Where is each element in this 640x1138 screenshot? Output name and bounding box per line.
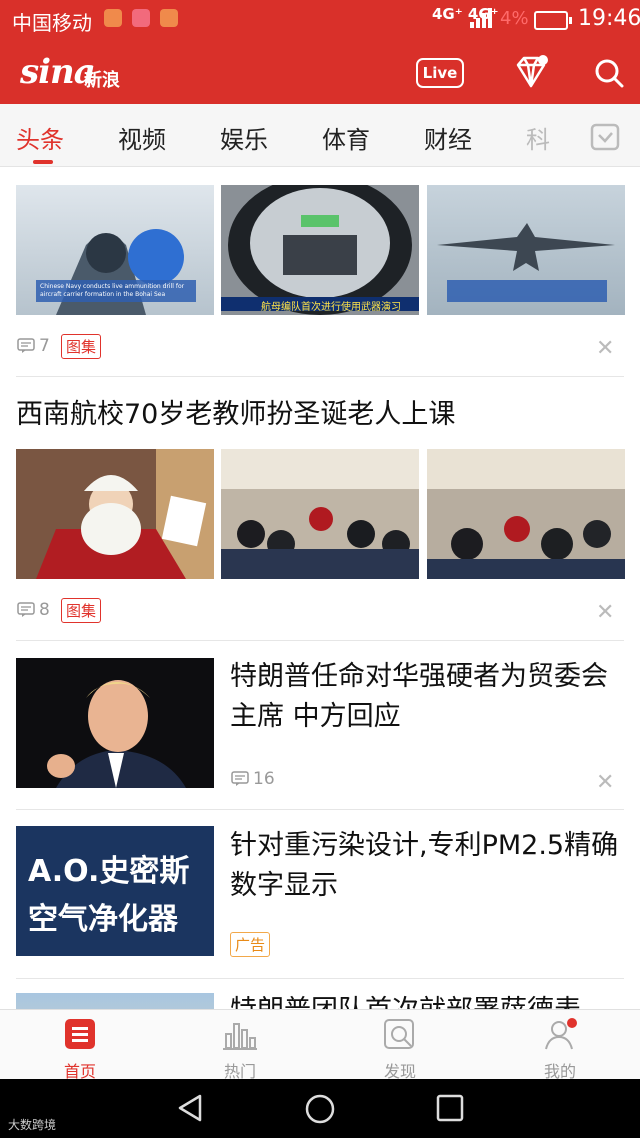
clock: 19:46 bbox=[578, 6, 640, 31]
ad-thumbnail: A.O.史密斯 空气净化器 bbox=[16, 826, 214, 956]
news-title: 西南航校70岁老教师扮圣诞老人上课 bbox=[16, 399, 456, 430]
channel-tabs: 头条 视频 娱乐 体育 财经 科 bbox=[0, 104, 640, 167]
gallery-tag: 图集 bbox=[61, 334, 102, 359]
tab-tech[interactable]: 科 bbox=[526, 120, 550, 155]
nav-discover[interactable]: 发现 bbox=[360, 1018, 440, 1082]
recents-icon[interactable] bbox=[436, 1094, 464, 1122]
status-bar: 中国移动 4G⁺ 4G⁺ 4% 19:46 bbox=[0, 0, 640, 38]
channel-edit-icon[interactable] bbox=[590, 122, 622, 152]
bar-chart-icon bbox=[223, 1023, 257, 1050]
news-thumbnail bbox=[16, 449, 214, 579]
dismiss-icon[interactable]: ✕ bbox=[596, 336, 614, 361]
live-button[interactable]: Live bbox=[416, 58, 464, 88]
system-nav-bar bbox=[0, 1079, 640, 1138]
tab-video[interactable]: 视频 bbox=[118, 120, 166, 155]
news-thumbnail: Chinese Navy conducts live ammunition dr… bbox=[16, 185, 214, 315]
app-header: sina 新浪 Live bbox=[0, 38, 640, 104]
news-title: 特朗普团队首次就部署萨德表 bbox=[230, 991, 624, 1009]
watermark: 大数跨境 bbox=[8, 1118, 57, 1132]
nav-me[interactable]: 我的 bbox=[520, 1018, 600, 1082]
signal-icon bbox=[470, 8, 492, 28]
divider bbox=[16, 809, 624, 810]
user-icon bbox=[545, 1018, 577, 1050]
comment-count: 16 bbox=[253, 769, 275, 789]
notification-icon bbox=[132, 9, 150, 27]
sina-logo-cn: 新浪 bbox=[84, 70, 120, 91]
notification-icon bbox=[160, 9, 178, 27]
diamond-icon[interactable] bbox=[512, 55, 550, 89]
notification-icon bbox=[104, 9, 122, 27]
battery-percent: 4% bbox=[500, 8, 529, 29]
news-thumbnail bbox=[427, 449, 625, 579]
ad-product-text: 空气净化器 bbox=[28, 902, 178, 937]
divider bbox=[16, 978, 624, 979]
tab-finance[interactable]: 财经 bbox=[424, 120, 472, 155]
dismiss-icon[interactable]: ✕ bbox=[596, 600, 614, 625]
home-circle-icon[interactable] bbox=[304, 1093, 336, 1125]
ad-tag: 广告 bbox=[230, 932, 271, 957]
tab-sports[interactable]: 体育 bbox=[322, 120, 370, 155]
bottom-nav: 首页 热门 发现 我的 bbox=[0, 1009, 640, 1082]
home-icon bbox=[65, 1019, 95, 1049]
news-feed: Chinese Navy conducts live ammunition dr… bbox=[0, 167, 640, 1009]
search-icon[interactable] bbox=[594, 58, 624, 88]
news-title: 特朗普任命对华强硬者为贸委会主席 中方回应 bbox=[230, 661, 608, 732]
news-thumbnail bbox=[221, 449, 419, 579]
news-thumbnail bbox=[16, 658, 214, 788]
news-thumbnail: 航母编队首次进行使用武器演习 bbox=[221, 185, 419, 315]
news-thumbnail bbox=[427, 185, 625, 315]
back-icon[interactable] bbox=[176, 1093, 204, 1123]
battery-icon bbox=[534, 11, 572, 30]
discover-icon bbox=[384, 1019, 414, 1049]
news-thumbnail bbox=[16, 993, 214, 1009]
active-tab-indicator bbox=[33, 160, 53, 164]
comment-icon bbox=[17, 338, 35, 353]
ad-title: 针对重污染设计,专利PM2.5精确数字显示 bbox=[230, 830, 619, 901]
nav-home[interactable]: 首页 bbox=[40, 1018, 120, 1082]
comment-icon bbox=[17, 602, 35, 617]
tab-entertainment[interactable]: 娱乐 bbox=[220, 120, 268, 155]
comment-count: 7 bbox=[39, 336, 50, 356]
divider bbox=[16, 376, 624, 377]
comment-count: 8 bbox=[39, 600, 50, 620]
gallery-tag: 图集 bbox=[61, 598, 102, 623]
tab-headlines[interactable]: 头条 bbox=[16, 120, 64, 155]
nav-hot[interactable]: 热门 bbox=[200, 1018, 280, 1082]
comment-icon bbox=[231, 771, 249, 786]
ad-brand-text: A.O.史密斯 bbox=[28, 854, 190, 889]
divider bbox=[16, 640, 624, 641]
thumbnail-caption: Chinese Navy conducts live ammunition dr… bbox=[40, 283, 185, 298]
carrier-label: 中国移动 bbox=[12, 11, 92, 35]
thumbnail-caption: 航母编队首次进行使用武器演习 bbox=[261, 302, 401, 313]
dismiss-icon[interactable]: ✕ bbox=[596, 770, 614, 795]
